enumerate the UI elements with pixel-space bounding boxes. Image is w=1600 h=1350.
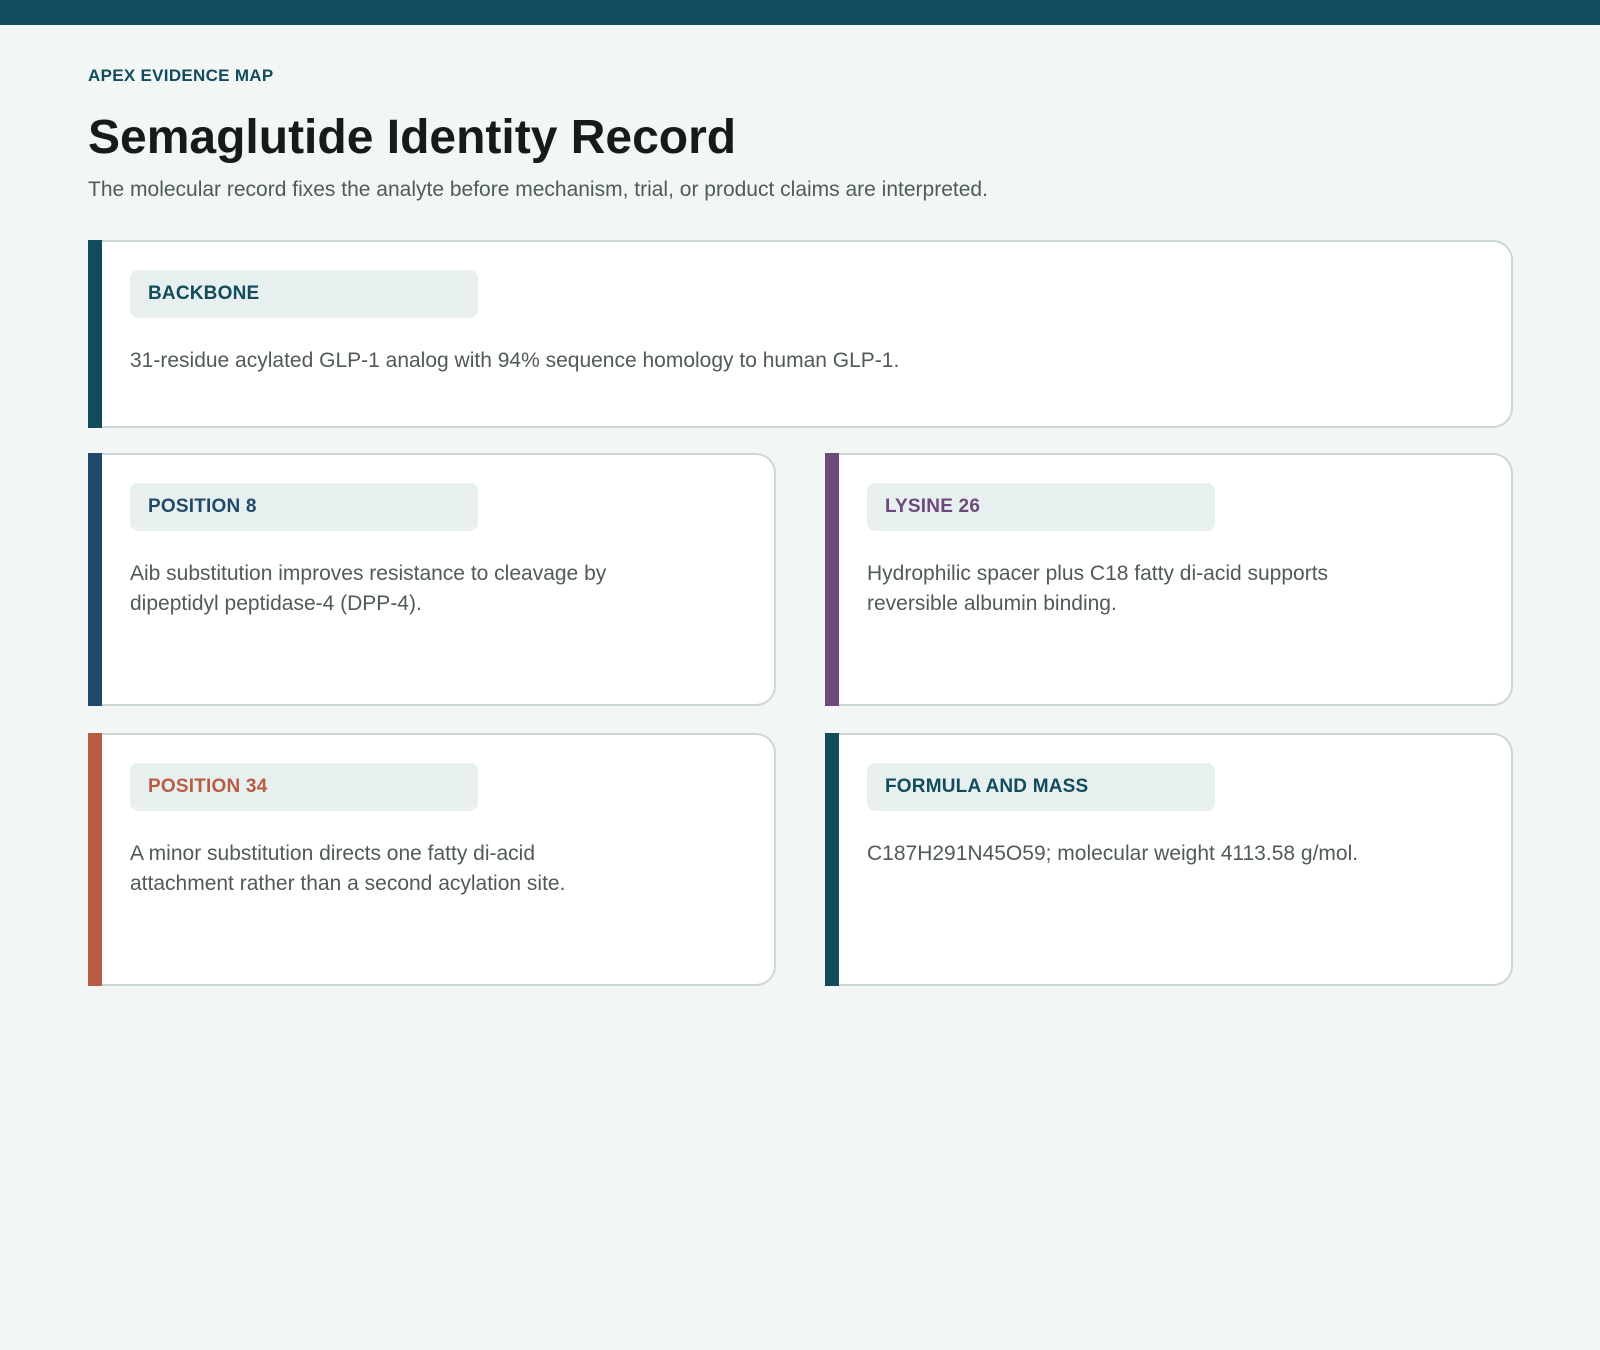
card-tag: POSITION 34: [130, 763, 478, 811]
top-bar: [0, 0, 1600, 25]
eyebrow-label: APEX EVIDENCE MAP: [88, 66, 274, 85]
card-tag: BACKBONE: [130, 270, 478, 318]
card-accent-bar: [88, 240, 102, 428]
page-header: APEX EVIDENCE MAP Semaglutide Identity R…: [88, 66, 1508, 203]
card-accent-bar: [88, 453, 102, 706]
card-accent-bar: [88, 733, 102, 986]
card-position-34: POSITION 34 A minor substitution directs…: [88, 733, 776, 986]
page-subtitle: The molecular record fixes the analyte b…: [88, 178, 988, 201]
card-formula-and-mass: FORMULA AND MASS C187H291N45O59; molecul…: [825, 733, 1513, 986]
card-backbone: BACKBONE 31-residue acylated GLP-1 analo…: [88, 240, 1513, 428]
card-tag: FORMULA AND MASS: [867, 763, 1215, 811]
page-title: Semaglutide Identity Record: [88, 111, 737, 164]
card-position-8: POSITION 8 Aib substitution improves res…: [88, 453, 776, 706]
card-body: C187H291N45O59; molecular weight 4113.58…: [867, 842, 1359, 865]
card-body: Aib substitution improves resistance to …: [130, 562, 607, 615]
card-accent-bar: [825, 453, 839, 706]
card-body: A minor substitution directs one fatty d…: [130, 842, 566, 895]
card-lysine-26: LYSINE 26 Hydrophilic spacer plus C18 fa…: [825, 453, 1513, 706]
card-body: Hydrophilic spacer plus C18 fatty di-aci…: [867, 562, 1329, 615]
card-tag: POSITION 8: [130, 483, 478, 531]
card-tag: LYSINE 26: [867, 483, 1215, 531]
card-body: 31-residue acylated GLP-1 analog with 94…: [130, 349, 900, 372]
card-accent-bar: [825, 733, 839, 986]
